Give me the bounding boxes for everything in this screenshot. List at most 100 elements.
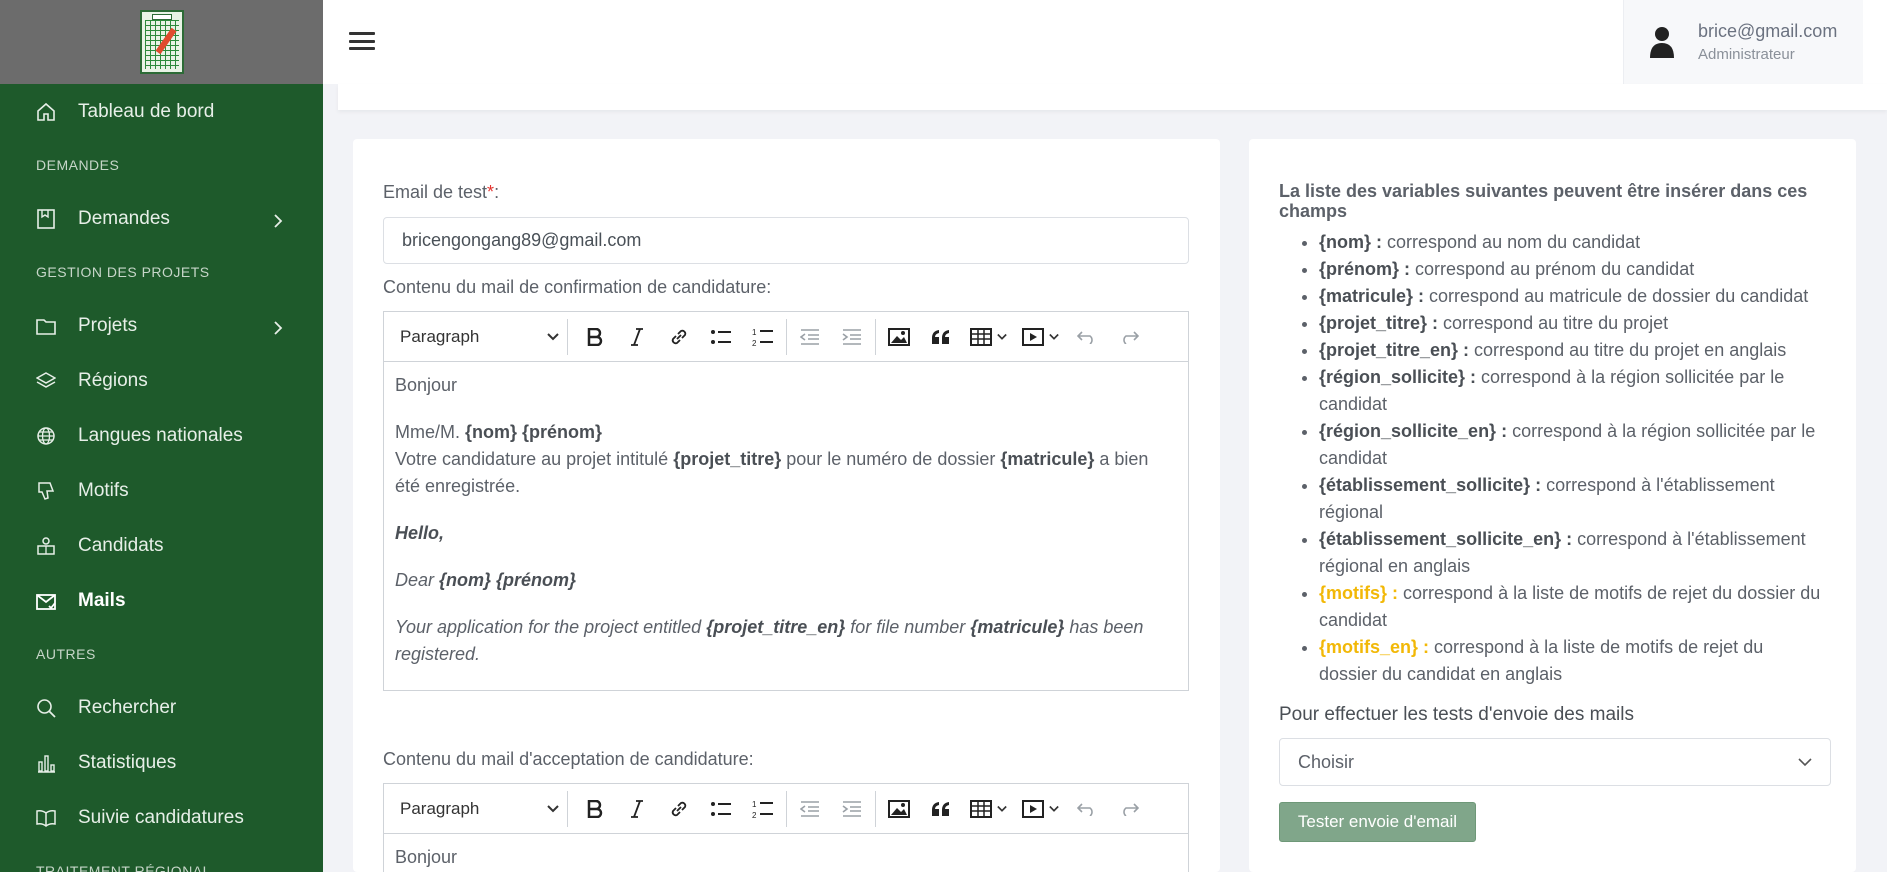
numbered-list-button[interactable]: 12 (742, 319, 784, 355)
variable-desc: correspond au nom du candidat (1382, 232, 1641, 252)
accept-mail-content[interactable]: Bonjour (384, 834, 1188, 871)
undo-button[interactable] (1066, 319, 1108, 355)
variable-item: {prénom} : correspond au prénom du candi… (1319, 256, 1826, 283)
indent-button[interactable] (831, 791, 873, 827)
sidebar-item-suivie-candidatures[interactable]: Suivie candidatures (0, 790, 323, 845)
sidebar-item-label: Mails (78, 589, 126, 611)
user-group-icon (34, 534, 58, 558)
logo-area (0, 0, 323, 84)
insert-media-button[interactable] (1014, 791, 1066, 827)
outdent-button[interactable] (789, 319, 831, 355)
variable-desc: correspond au titre du projet en anglais (1469, 340, 1787, 360)
sidebar-item-tableau-de-bord[interactable]: Tableau de bord (0, 84, 323, 139)
variable-item: {projet_titre} : correspond au titre du … (1319, 310, 1826, 337)
chevron-down-icon (547, 332, 559, 340)
sidebar-item-statistiques[interactable]: Statistiques (0, 735, 323, 790)
sidebar-item-label: Projets (78, 314, 138, 336)
bullet-list-button[interactable] (700, 319, 742, 355)
bold-icon (587, 799, 603, 818)
email-test-input[interactable]: bricengongang89@gmail.com (383, 217, 1189, 264)
image-icon (888, 327, 910, 346)
sidebar-item-label: Candidats (78, 534, 164, 556)
variable-key: {matricule} : (1319, 286, 1425, 306)
italic-button[interactable] (616, 319, 658, 355)
svg-text:2: 2 (752, 339, 757, 347)
insert-image-button[interactable] (878, 319, 920, 355)
sidebar-item-regions[interactable]: Régions (0, 353, 323, 408)
redo-button[interactable] (1108, 791, 1150, 827)
select-value: Choisir (1298, 751, 1355, 772)
user-menu[interactable]: brice@gmail.com Administrateur (1623, 0, 1863, 84)
variable-desc: correspond au titre du projet (1438, 313, 1669, 333)
page-title-bar (338, 84, 1887, 110)
format-select[interactable]: Paragraph (392, 318, 568, 355)
test-email-button[interactable]: Tester envoie d'email (1279, 802, 1476, 842)
svg-text:1: 1 (752, 328, 757, 337)
blockquote-button[interactable] (920, 319, 962, 355)
sidebar-item-label: Régions (78, 369, 148, 391)
indent-icon (842, 800, 861, 817)
undo-icon (1077, 330, 1093, 344)
sidebar-item-langues-nationales[interactable]: Langues nationales (0, 408, 323, 463)
app-logo[interactable] (139, 10, 184, 74)
nav-section-heading: AUTRES (36, 646, 96, 662)
accept-mail-editor: Paragraph 12 Bonjour (383, 783, 1189, 872)
thumbs-down-icon (34, 479, 58, 503)
sidebar-item-mails[interactable]: Mails (0, 573, 323, 628)
user-email: brice@gmail.com (1698, 21, 1838, 41)
sidebar-item-projets[interactable]: Projets (0, 298, 323, 353)
redo-icon (1123, 330, 1139, 344)
chevron-down-icon (1048, 805, 1059, 812)
paragraph: Dear {nom} {prénom} (395, 570, 577, 590)
link-icon (671, 801, 687, 816)
link-icon (671, 329, 687, 344)
numbered-list-icon: 12 (752, 328, 773, 347)
variable-desc: correspond au matricule de dossier du ca… (1424, 286, 1809, 306)
sidebar-item-demandes[interactable]: Demandes (0, 191, 323, 246)
variable-key: {motifs} : (1319, 583, 1399, 603)
bold-button[interactable] (574, 791, 616, 827)
redo-button[interactable] (1108, 319, 1150, 355)
indent-button[interactable] (831, 319, 873, 355)
italic-button[interactable] (616, 791, 658, 827)
undo-icon (1077, 802, 1093, 816)
variable-key: {établissement_sollicite} : (1319, 475, 1542, 495)
test-mail-select[interactable]: Choisir (1279, 738, 1831, 786)
variables-title: La liste des variables suivantes peuvent… (1279, 181, 1808, 221)
menu-toggle-icon[interactable] (349, 30, 375, 52)
blockquote-button[interactable] (920, 791, 962, 827)
link-button[interactable] (658, 791, 700, 827)
mail-settings-card: Email de test*: bricengongang89@gmail.co… (353, 139, 1220, 872)
variable-item: {région_sollicite_en} : correspond à la … (1319, 418, 1826, 472)
sidebar-item-rechercher[interactable]: Rechercher (0, 680, 323, 735)
media-icon (1021, 799, 1044, 818)
editor-toolbar: Paragraph 12 (384, 312, 1188, 362)
globe-icon (34, 424, 58, 448)
layers-icon (34, 369, 58, 393)
variable-item: {projet_titre_en} : correspond au titre … (1319, 337, 1826, 364)
numbered-list-button[interactable]: 12 (742, 791, 784, 827)
variable-key: {motifs_en} : (1319, 637, 1430, 657)
top-header: brice@gmail.com Administrateur (323, 0, 1887, 84)
redo-icon (1123, 802, 1139, 816)
bullet-list-button[interactable] (700, 791, 742, 827)
undo-button[interactable] (1066, 791, 1108, 827)
confirm-mail-content[interactable]: Bonjour Mme/M. {nom} {prénom} Votre candi… (384, 362, 1188, 668)
variable-item: {nom} : correspond au nom du candidat (1319, 229, 1826, 256)
format-select[interactable]: Paragraph (392, 790, 568, 827)
sidebar-item-motifs[interactable]: Motifs (0, 463, 323, 518)
editor-toolbar: Paragraph 12 (384, 784, 1188, 834)
bullet-list-icon (711, 329, 731, 344)
confirm-mail-label: Contenu du mail de confirmation de candi… (383, 277, 772, 297)
bold-button[interactable] (574, 319, 616, 355)
insert-media-button[interactable] (1014, 319, 1066, 355)
link-button[interactable] (658, 319, 700, 355)
insert-table-button[interactable] (962, 791, 1014, 827)
table-icon (969, 799, 992, 818)
insert-table-button[interactable] (962, 319, 1014, 355)
sidebar-item-candidats[interactable]: Candidats (0, 518, 323, 573)
chevron-right-icon (273, 319, 287, 335)
insert-image-button[interactable] (878, 791, 920, 827)
variable-key: {région_sollicite} : (1319, 367, 1477, 387)
outdent-button[interactable] (789, 791, 831, 827)
